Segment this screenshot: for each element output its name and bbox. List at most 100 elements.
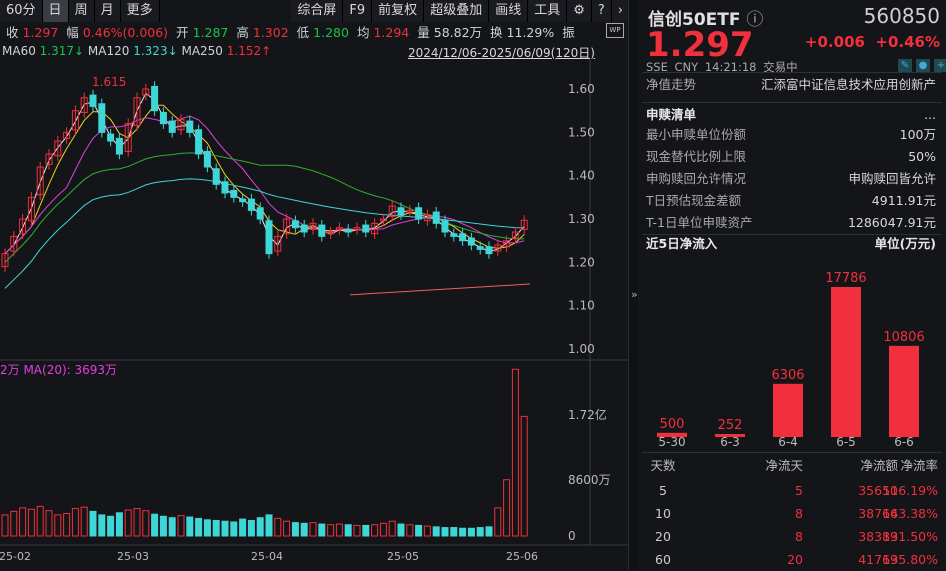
nav-value: 汇添富中证信息技术应用创新产: [760, 77, 936, 92]
y-tick-label: 1.40: [568, 169, 595, 183]
flow-bar: [831, 287, 861, 437]
candle: [397, 207, 405, 216]
y-tick-label: 1.20: [568, 255, 595, 269]
volume-bar: [441, 527, 449, 537]
divider: [642, 72, 942, 73]
item-label: T-1日单位申赎资产: [646, 215, 753, 230]
y-tick-label: 1.00: [568, 342, 595, 356]
table-row: 5 5 35650 116.19%: [638, 480, 942, 502]
volume-bar: [71, 508, 79, 537]
table-row: 20 8 38389 131.50%: [638, 526, 942, 548]
volume-bar: [406, 524, 414, 537]
volume-bar: [177, 515, 185, 537]
plus-icon[interactable]: +: [934, 59, 946, 72]
volume-bar: [327, 524, 335, 537]
volume-bar: [503, 479, 511, 537]
table-cell: 20: [787, 552, 803, 567]
table-cell: 131.50%: [882, 529, 938, 544]
price-change: +0.006 +0.46%: [805, 33, 940, 51]
y-tick-label: 1.10: [568, 299, 595, 313]
volume-bar: [291, 522, 299, 537]
flow-date-label: 6-3: [720, 435, 740, 449]
candle: [186, 120, 194, 133]
peak-price-label: 1.615: [92, 75, 126, 89]
table-cell: 10: [655, 506, 671, 521]
bell-icon[interactable]: ●: [916, 59, 930, 72]
volume-bar: [36, 505, 44, 537]
volume-bar: [159, 515, 167, 537]
kline-panel: 60分 日 周 月 更多 综合屏 F9 前复权 超级叠加 画线 工具 ⚙ ? ›…: [0, 0, 630, 570]
volume-bar: [133, 508, 141, 537]
candle: [89, 94, 97, 107]
x-tick-label: 25-02: [0, 550, 31, 563]
flow-date-label: 6-4: [778, 435, 798, 449]
volume-bar: [274, 517, 282, 537]
double-chevron-icon[interactable]: »: [631, 288, 638, 301]
volume-bar: [476, 527, 484, 537]
x-tick-label: 25-04: [251, 550, 283, 563]
divider: [642, 452, 942, 453]
net-inflow-chart: 500 5-30 252 6-3 6306 6-4 17786 6-5 10806 6-6: [657, 271, 925, 449]
vol-tick-label: 1.72亿: [568, 407, 607, 422]
creation-list-title: 申赎清单: [646, 107, 697, 122]
volume-bar: [63, 512, 71, 537]
ma20-line: [4, 115, 525, 255]
table-cell: 143.38%: [882, 506, 938, 521]
flow-value: 252: [718, 418, 743, 433]
x-tick-label: 25-03: [117, 550, 149, 563]
candle: [151, 85, 159, 112]
x-tick-label: 25-06: [506, 550, 538, 563]
candle: [300, 224, 308, 233]
flow-value: 17786: [825, 271, 866, 286]
table-header: 天数 净流天 净流额 净流率: [638, 455, 942, 477]
volume-bar: [89, 510, 97, 537]
volume-bar: [19, 507, 27, 537]
volume-bar: [432, 526, 440, 537]
volume-bar: [265, 514, 273, 537]
item-label: 申购赎回允许情况: [646, 171, 747, 186]
volume-bar: [98, 514, 106, 537]
volume-bar: [485, 526, 493, 537]
volume-bar: [344, 524, 352, 537]
volume-bar: [423, 525, 431, 537]
divider: [642, 102, 942, 103]
vol-tick-label: 8600万: [568, 473, 611, 487]
table-row: 60 20 41769 135.80%: [638, 549, 942, 571]
ma250-line: [349, 283, 531, 296]
volume-bar: [318, 523, 326, 537]
panel-collapse-handle[interactable]: »: [628, 0, 638, 570]
volume-bar: [54, 514, 62, 537]
candle: [221, 181, 229, 194]
volume-bar: [80, 506, 88, 537]
candle: [159, 111, 167, 125]
kline-chart[interactable]: 1.60 1.50 1.40 1.30 1.20 1.10 1.00 25-02 25-03 25…: [0, 0, 628, 570]
table-cell: 20: [655, 529, 671, 544]
volume-bar: [511, 368, 519, 537]
table-cell: 5: [659, 483, 667, 498]
change-pct: +0.46%: [875, 33, 940, 51]
table-cell: 净流天: [765, 458, 803, 473]
y-tick-label: 1.30: [568, 212, 595, 226]
volume-bar: [151, 513, 159, 537]
nav-trend-row[interactable]: 净值走势 汇添富中证信息技术应用创新产: [638, 74, 942, 96]
table-cell: 60: [655, 552, 671, 567]
ma60-line: [4, 152, 525, 263]
table-cell: 135.80%: [882, 552, 938, 567]
candle: [203, 150, 211, 168]
candle: [485, 246, 493, 255]
candle: [476, 246, 484, 250]
pencil-icon[interactable]: ✎: [898, 59, 912, 72]
candle: [115, 137, 123, 155]
more-button[interactable]: ...: [924, 104, 936, 126]
volume-bar: [221, 520, 229, 537]
item-label: 最小申赎单位份额: [646, 127, 747, 142]
list-item: 最小申赎单位份额 100万: [638, 124, 942, 146]
volume-bar: [124, 509, 132, 537]
table-row: 10 8 38766 143.38%: [638, 503, 942, 525]
item-label: 现金替代比例上限: [646, 149, 747, 164]
volume-bar: [520, 415, 528, 537]
creation-list-header: 申赎清单...: [638, 104, 942, 126]
volume-bar: [115, 512, 123, 537]
candle: [441, 220, 449, 233]
item-value: 1286047.91元: [847, 215, 936, 230]
